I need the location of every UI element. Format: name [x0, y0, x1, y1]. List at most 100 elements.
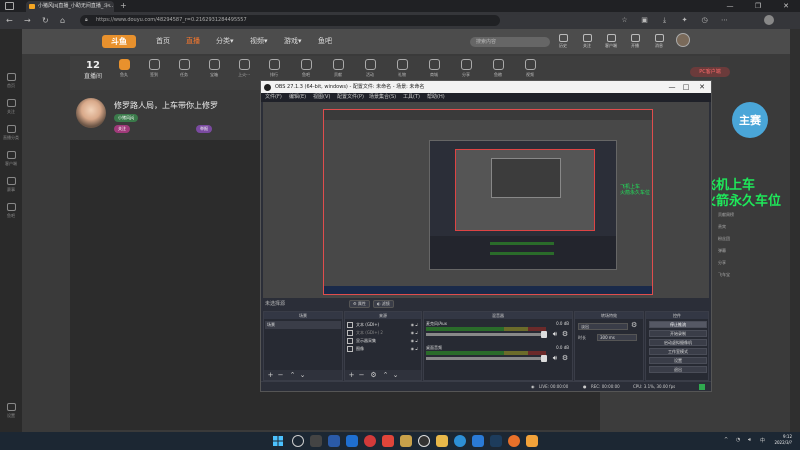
- obs-maximize-button[interactable]: □: [679, 81, 693, 93]
- nav-games[interactable]: 游戏▾: [284, 37, 302, 46]
- back-icon[interactable]: ←: [6, 16, 13, 25]
- app-icon[interactable]: [400, 435, 412, 447]
- page-scrollbar[interactable]: [790, 29, 800, 432]
- properties-button[interactable]: ⚙ 属性: [349, 300, 370, 308]
- menu-scene-collection[interactable]: 场景集合(S): [369, 93, 396, 102]
- forward-icon[interactable]: →: [24, 16, 31, 25]
- eye-icon[interactable]: ◉ 🔓︎: [411, 337, 418, 345]
- nav-yuba[interactable]: 鱼吧: [318, 37, 332, 46]
- history-icon[interactable]: ◷: [700, 16, 709, 25]
- edge-icon[interactable]: [454, 435, 466, 447]
- remove-source-icon[interactable]: −: [357, 371, 366, 379]
- bar-item[interactable]: 任务: [170, 59, 198, 78]
- downloads-icon[interactable]: ⤓: [660, 16, 669, 25]
- sidebar-item-home[interactable]: 首页: [0, 73, 22, 89]
- steam-icon[interactable]: [490, 435, 502, 447]
- start-recording-button[interactable]: 开始录制: [649, 330, 707, 337]
- fader-handle[interactable]: [541, 331, 547, 338]
- tray-expand-icon[interactable]: ^: [724, 437, 728, 443]
- obs-minimize-button[interactable]: —: [665, 81, 679, 93]
- obs-taskbar-icon[interactable]: [418, 435, 430, 447]
- bar-item[interactable]: 排行: [260, 59, 288, 78]
- close-button[interactable]: ✕: [772, 0, 800, 12]
- transition-select[interactable]: 淡出: [578, 323, 628, 330]
- menu-file[interactable]: 文件(F): [265, 93, 282, 102]
- nav-video[interactable]: 视频▾: [250, 37, 268, 46]
- favorite-icon[interactable]: ☆: [620, 16, 629, 25]
- eye-icon[interactable]: ◉ 🔓︎: [411, 329, 418, 337]
- bar-item[interactable]: 活动: [356, 59, 384, 78]
- pc-client-button[interactable]: PC客户端: [690, 67, 730, 77]
- app-icon[interactable]: [382, 435, 394, 447]
- search-icon[interactable]: [292, 435, 304, 447]
- sidebar-item-yuba[interactable]: 鱼吧: [0, 203, 22, 219]
- nav-category[interactable]: 分类▾: [216, 37, 234, 46]
- bar-item[interactable]: 视频: [516, 59, 544, 78]
- clock[interactable]: 9:12 2022/3/?: [774, 434, 792, 446]
- exit-button[interactable]: 退出: [649, 366, 707, 373]
- right-list-item[interactable]: 贡献周榜: [718, 212, 734, 218]
- nav-live[interactable]: 直播: [186, 37, 200, 46]
- source-item[interactable]: 文本 (GDI+) ◉ 🔓︎: [346, 321, 420, 329]
- right-list-item[interactable]: 弹幕: [718, 248, 726, 254]
- header-history[interactable]: 历史: [552, 34, 574, 49]
- netease-icon[interactable]: [364, 435, 376, 447]
- app-icon[interactable]: [472, 435, 484, 447]
- move-up-icon[interactable]: ⌃: [288, 371, 297, 379]
- menu-edit[interactable]: 编辑(E): [289, 93, 306, 102]
- source-item[interactable]: 文本 (GDI+) 2 ◉ 🔓︎: [346, 329, 420, 337]
- add-scene-icon[interactable]: +: [266, 371, 275, 379]
- store-icon[interactable]: [328, 435, 340, 447]
- bar-item[interactable]: 贡献: [324, 59, 352, 78]
- move-up-icon[interactable]: ⌃: [381, 371, 390, 379]
- volume-fader[interactable]: [426, 333, 546, 336]
- speaker-icon[interactable]: 🔊︎: [551, 354, 559, 362]
- filters-button[interactable]: ◐ 滤镜: [373, 300, 394, 308]
- virtual-camera-button[interactable]: 启动虚拟摄像机: [649, 339, 707, 346]
- browser-tab[interactable]: 小猪风jsj直播_小助无间直播_斗... ✕: [26, 1, 114, 12]
- user-avatar[interactable]: [676, 33, 690, 47]
- extensions-icon[interactable]: ✦: [680, 16, 689, 25]
- menu-tools[interactable]: 工具(T): [403, 93, 420, 102]
- header-broadcast[interactable]: 开播: [624, 34, 646, 49]
- bar-item[interactable]: 商城: [420, 59, 448, 78]
- task-view-icon[interactable]: [310, 435, 322, 447]
- streamer-avatar[interactable]: [76, 98, 106, 128]
- right-list-item[interactable]: 粉丝团: [718, 236, 730, 242]
- sidebar-item-settings[interactable]: 设置: [0, 403, 22, 419]
- app-icon[interactable]: [526, 435, 538, 447]
- preview-canvas[interactable]: 飞机上车 火箭永久车位: [323, 109, 653, 295]
- move-down-icon[interactable]: ⌄: [391, 371, 400, 379]
- bar-item[interactable]: 礼物: [388, 59, 416, 78]
- bar-item[interactable]: 鱼吧: [292, 59, 320, 78]
- bar-item[interactable]: 签到: [140, 59, 168, 78]
- maximize-button[interactable]: ❐: [744, 0, 772, 12]
- sidebar-item-client[interactable]: 客户端: [0, 151, 22, 167]
- streamer-name[interactable]: 小猪风jsj: [114, 114, 139, 122]
- url-input[interactable]: 🔒︎ https://www.douyu.com/48294587_r=0.21…: [80, 15, 500, 26]
- bar-item[interactable]: 分享: [452, 59, 480, 78]
- report-button[interactable]: 举报: [196, 125, 212, 133]
- source-settings-icon[interactable]: ⚙: [369, 371, 378, 379]
- sidebar-item-category[interactable]: 直播分类: [0, 125, 22, 141]
- bar-item[interactable]: 鱼粮: [484, 59, 512, 78]
- bar-item[interactable]: 上火···: [230, 59, 258, 78]
- settings-button[interactable]: 设置: [649, 357, 707, 364]
- menu-help[interactable]: 帮助(H): [427, 93, 445, 102]
- eye-icon[interactable]: ◉ 🔓︎: [411, 345, 418, 353]
- scene-item[interactable]: 场景: [265, 321, 341, 329]
- input-lang[interactable]: 中: [760, 437, 765, 444]
- menu-profile[interactable]: 配置文件(P): [337, 93, 364, 102]
- source-item[interactable]: 显示器采集 ◉ 🔓︎: [346, 337, 420, 345]
- transition-settings-icon[interactable]: ⚙: [631, 321, 637, 329]
- settings-icon[interactable]: ⋯: [720, 16, 729, 25]
- speaker-icon[interactable]: 🔊︎: [551, 330, 559, 338]
- nav-home[interactable]: 首页: [156, 37, 170, 46]
- studio-mode-button[interactable]: 工作室模式: [649, 348, 707, 355]
- home-icon[interactable]: ⌂: [60, 16, 65, 25]
- obs-close-button[interactable]: ✕: [695, 81, 709, 93]
- sidebar-item-events[interactable]: 赛事: [0, 177, 22, 193]
- move-down-icon[interactable]: ⌄: [298, 371, 307, 379]
- refresh-icon[interactable]: ↻: [42, 16, 49, 25]
- app-icon[interactable]: [346, 435, 358, 447]
